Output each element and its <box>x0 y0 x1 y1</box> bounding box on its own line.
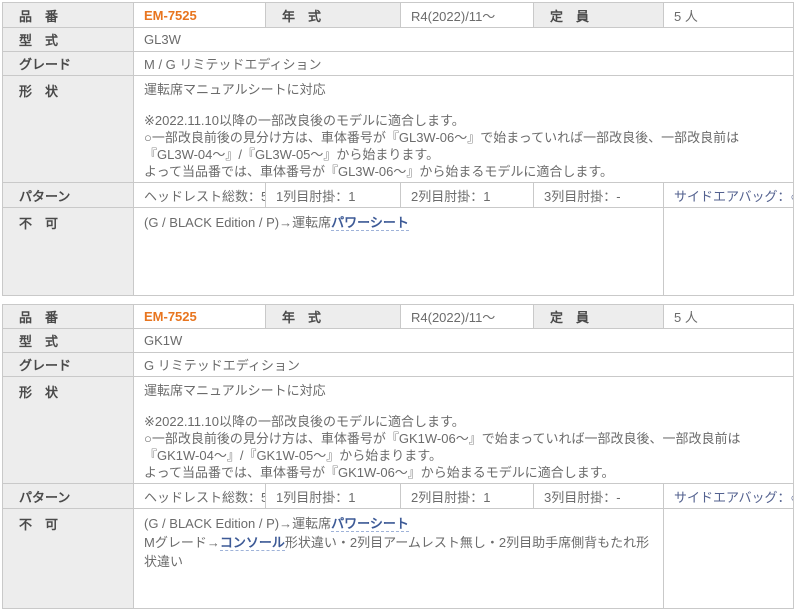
table-row: 形 状 運転席マニュアルシートに対応 ※2022.11.10以降の一部改良後のモ… <box>3 76 794 183</box>
rejected-empty-cell <box>664 208 794 296</box>
pattern-armrest-row3: 3列目肘掛：- <box>534 183 664 208</box>
rejected-label: 不 可 <box>3 509 134 609</box>
shape-note: ※2022.11.10以降の一部改良後のモデルに適合します。 <box>144 112 787 129</box>
grade-value: M / G リミテッドエディション <box>134 52 794 76</box>
model-label: 型 式 <box>3 28 134 52</box>
year-value: R4(2022)/11～ <box>401 305 534 329</box>
capacity-label: 定 員 <box>534 3 664 28</box>
rejected-line: Mグレード→コンソール形状違い・2列目アームレスト無し・2列目助手席側背もたれ形… <box>144 533 657 571</box>
shape-note: ○一部改良前後の見分け方は、車体番号が『GK1W-06～』で始まっていれば一部改… <box>144 430 787 464</box>
rejected-cell: (G / BLACK Edition / P)→運転席パワーシート Mグレード→… <box>134 509 664 609</box>
table-row: グレード G リミテッドエディション <box>3 353 794 377</box>
pattern-headrest: ヘッドレスト総数：5 <box>134 183 266 208</box>
shape-label: 形 状 <box>3 377 134 484</box>
table-row: グレード M / G リミテッドエディション <box>3 52 794 76</box>
pattern-armrest-row2: 2列目肘掛：1 <box>401 484 534 509</box>
product-code-label: 品 番 <box>3 305 134 329</box>
year-label: 年 式 <box>266 3 401 28</box>
pattern-armrest-row3: 3列目肘掛：- <box>534 484 664 509</box>
pattern-label: パターン <box>3 484 134 509</box>
product-code-value: EM-7525 <box>134 305 266 329</box>
rejected-line: (G / BLACK Edition / P)→運転席パワーシート <box>144 213 657 232</box>
capacity-value: 5 人 <box>664 305 794 329</box>
year-value: R4(2022)/11～ <box>401 3 534 28</box>
spec-table-gl3w: 品 番 EM-7525 年 式 R4(2022)/11～ 定 員 5 人 型 式… <box>2 2 794 296</box>
model-label: 型 式 <box>3 329 134 353</box>
product-code-label: 品 番 <box>3 3 134 28</box>
shape-label: 形 状 <box>3 76 134 183</box>
pattern-side-airbag: サイドエアバッグ：○ <box>664 183 794 208</box>
table-row: 不 可 (G / BLACK Edition / P)→運転席パワーシート <box>3 208 794 296</box>
table-row: 形 状 運転席マニュアルシートに対応 ※2022.11.10以降の一部改良後のモ… <box>3 377 794 484</box>
product-code-value: EM-7525 <box>134 3 266 28</box>
model-value: GL3W <box>134 28 794 52</box>
grade-label: グレード <box>3 353 134 377</box>
rejected-text: (G / BLACK Edition / P)→運転席 <box>144 215 331 230</box>
rejected-line: (G / BLACK Edition / P)→運転席パワーシート <box>144 514 657 533</box>
table-row: 品 番 EM-7525 年 式 R4(2022)/11～ 定 員 5 人 <box>3 305 794 329</box>
capacity-label: 定 員 <box>534 305 664 329</box>
shape-notes: ※2022.11.10以降の一部改良後のモデルに適合します。 ○一部改良前後の見… <box>144 112 787 180</box>
rejected-text: Mグレード→ <box>144 535 220 550</box>
shape-value: 運転席マニュアルシートに対応 <box>144 81 787 98</box>
pattern-side-airbag: サイドエアバッグ：○ <box>664 484 794 509</box>
power-seat-link[interactable]: パワーシート <box>331 215 409 231</box>
rejected-empty-cell <box>664 509 794 609</box>
grade-value: G リミテッドエディション <box>134 353 794 377</box>
table-row: 型 式 GK1W <box>3 329 794 353</box>
page: 品 番 EM-7525 年 式 R4(2022)/11～ 定 員 5 人 型 式… <box>0 0 800 609</box>
table-row: 不 可 (G / BLACK Edition / P)→運転席パワーシート Mグ… <box>3 509 794 609</box>
pattern-headrest: ヘッドレスト総数：5 <box>134 484 266 509</box>
shape-value: 運転席マニュアルシートに対応 <box>144 382 787 399</box>
table-row: 品 番 EM-7525 年 式 R4(2022)/11～ 定 員 5 人 <box>3 3 794 28</box>
shape-note: ○一部改良前後の見分け方は、車体番号が『GL3W-06～』で始まっていれば一部改… <box>144 129 787 163</box>
table-row: パターン ヘッドレスト総数：5 1列目肘掛：1 2列目肘掛：1 3列目肘掛：- … <box>3 183 794 208</box>
model-value: GK1W <box>134 329 794 353</box>
grade-label: グレード <box>3 52 134 76</box>
pattern-armrest-row1: 1列目肘掛：1 <box>266 484 401 509</box>
capacity-value: 5 人 <box>664 3 794 28</box>
table-row: パターン ヘッドレスト総数：5 1列目肘掛：1 2列目肘掛：1 3列目肘掛：- … <box>3 484 794 509</box>
console-link[interactable]: コンソール <box>220 535 285 551</box>
spec-table-gk1w: 品 番 EM-7525 年 式 R4(2022)/11～ 定 員 5 人 型 式… <box>2 304 794 609</box>
pattern-label: パターン <box>3 183 134 208</box>
table-row: 型 式 GL3W <box>3 28 794 52</box>
shape-note: ※2022.11.10以降の一部改良後のモデルに適合します。 <box>144 413 787 430</box>
shape-cell: 運転席マニュアルシートに対応 ※2022.11.10以降の一部改良後のモデルに適… <box>134 377 794 484</box>
shape-note: よって当品番では、車体番号が『GL3W-06～』から始まるモデルに適合します。 <box>144 163 787 180</box>
year-label: 年 式 <box>266 305 401 329</box>
pattern-armrest-row1: 1列目肘掛：1 <box>266 183 401 208</box>
rejected-label: 不 可 <box>3 208 134 296</box>
shape-note: よって当品番では、車体番号が『GK1W-06～』から始まるモデルに適合します。 <box>144 464 787 481</box>
shape-notes: ※2022.11.10以降の一部改良後のモデルに適合します。 ○一部改良前後の見… <box>144 413 787 481</box>
rejected-text: (G / BLACK Edition / P)→運転席 <box>144 516 331 531</box>
shape-cell: 運転席マニュアルシートに対応 ※2022.11.10以降の一部改良後のモデルに適… <box>134 76 794 183</box>
pattern-armrest-row2: 2列目肘掛：1 <box>401 183 534 208</box>
rejected-cell: (G / BLACK Edition / P)→運転席パワーシート <box>134 208 664 296</box>
power-seat-link[interactable]: パワーシート <box>331 516 409 532</box>
